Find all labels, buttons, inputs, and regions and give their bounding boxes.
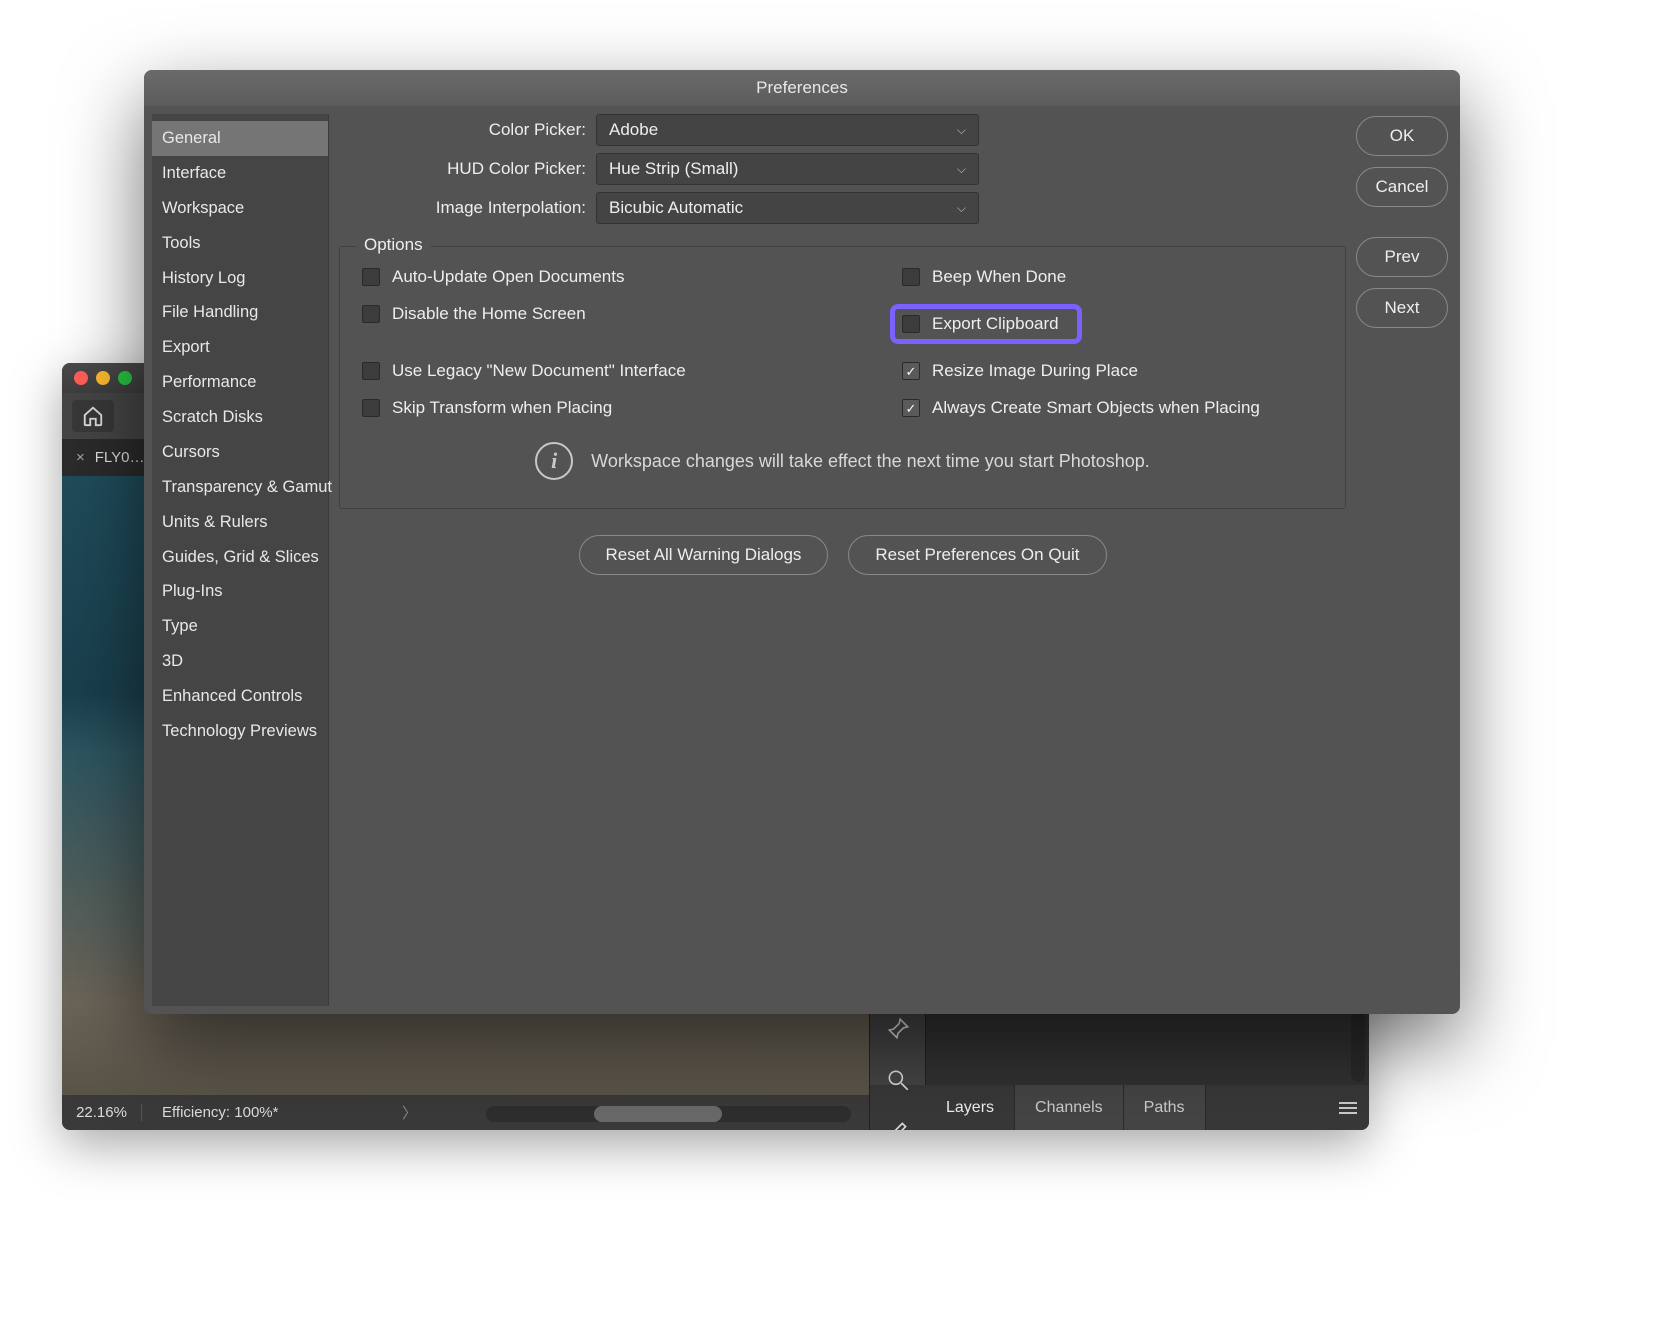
checkbox-auto-update-open-documents[interactable]: Auto-Update Open Documents xyxy=(362,267,902,287)
sidebar-item-cursors[interactable]: Cursors xyxy=(152,435,328,470)
panel-tab-layers[interactable]: Layers xyxy=(926,1085,1015,1130)
sidebar-item-enhanced-controls[interactable]: Enhanced Controls xyxy=(152,679,328,714)
magnifier-icon[interactable] xyxy=(885,1067,911,1098)
panel-tabs: Layers Channels Paths xyxy=(926,1085,1369,1130)
options-group: Options Auto-Update Open DocumentsBeep W… xyxy=(339,246,1346,509)
status-bar: 22.16% Efficiency: 100%* 〉 xyxy=(62,1095,869,1130)
hud-color-picker-label: HUD Color Picker: xyxy=(339,159,586,179)
checkbox-skip-transform-when-placing[interactable]: Skip Transform when Placing xyxy=(362,398,902,418)
checkbox-icon xyxy=(902,315,920,333)
checkbox-label: Export Clipboard xyxy=(932,314,1059,334)
chevron-down-icon: ⌵ xyxy=(957,201,966,216)
sidebar-item-guides-grid-slices[interactable]: Guides, Grid & Slices xyxy=(152,540,328,575)
prev-button[interactable]: Prev xyxy=(1356,237,1448,277)
status-chevron-icon[interactable]: 〉 xyxy=(402,1102,417,1123)
pin-icon[interactable] xyxy=(885,1016,911,1047)
close-window-icon[interactable] xyxy=(74,371,88,385)
image-interpolation-label: Image Interpolation: xyxy=(339,198,586,218)
preferences-content: Color Picker: Adobe ⌵ HUD Color Picker: … xyxy=(329,106,1356,1014)
sidebar-item-workspace[interactable]: Workspace xyxy=(152,191,328,226)
efficiency-readout: Efficiency: 100%* xyxy=(142,1104,397,1121)
workspace-info-text: Workspace changes will take effect the n… xyxy=(591,451,1150,472)
document-tab-label: FLY0… xyxy=(95,449,145,466)
home-button[interactable] xyxy=(72,400,114,432)
cancel-button[interactable]: Cancel xyxy=(1356,167,1448,207)
horizontal-scrollbar[interactable] xyxy=(486,1106,851,1122)
image-interpolation-select[interactable]: Bicubic Automatic ⌵ xyxy=(596,192,979,224)
sidebar-item-performance[interactable]: Performance xyxy=(152,365,328,400)
sidebar-item-file-handling[interactable]: File Handling xyxy=(152,295,328,330)
sidebar-item-technology-previews[interactable]: Technology Previews xyxy=(152,714,328,749)
checkbox-label: Skip Transform when Placing xyxy=(392,398,612,418)
dialog-title: Preferences xyxy=(144,70,1460,106)
checkbox-disable-the-home-screen[interactable]: Disable the Home Screen xyxy=(362,304,902,324)
ok-button[interactable]: OK xyxy=(1356,116,1448,156)
minimize-window-icon[interactable] xyxy=(96,371,110,385)
chevron-down-icon: ⌵ xyxy=(957,123,966,138)
panel-tab-paths[interactable]: Paths xyxy=(1124,1085,1206,1130)
checkbox-label: Beep When Done xyxy=(932,267,1066,287)
pen-icon[interactable] xyxy=(885,1118,911,1130)
reset-warnings-button[interactable]: Reset All Warning Dialogs xyxy=(579,535,829,575)
checkbox-export-clipboard[interactable]: Export Clipboard xyxy=(890,304,1082,344)
sidebar-item-scratch-disks[interactable]: Scratch Disks xyxy=(152,400,328,435)
chevron-down-icon: ⌵ xyxy=(957,162,966,177)
sidebar-item-export[interactable]: Export xyxy=(152,330,328,365)
sidebar-item-interface[interactable]: Interface xyxy=(152,156,328,191)
next-button[interactable]: Next xyxy=(1356,288,1448,328)
sidebar-item-units-rulers[interactable]: Units & Rulers xyxy=(152,505,328,540)
checkbox-label: Always Create Smart Objects when Placing xyxy=(932,398,1260,418)
checkbox-icon xyxy=(902,362,920,380)
checkbox-use-legacy-new-document-interface[interactable]: Use Legacy "New Document" Interface xyxy=(362,361,902,381)
sidebar-item-transparency-gamut[interactable]: Transparency & Gamut xyxy=(152,470,328,505)
sidebar-item-3d[interactable]: 3D xyxy=(152,644,328,679)
checkbox-label: Auto-Update Open Documents xyxy=(392,267,624,287)
zoom-level[interactable]: 22.16% xyxy=(62,1104,142,1121)
hud-color-picker-select[interactable]: Hue Strip (Small) ⌵ xyxy=(596,153,979,185)
checkbox-icon xyxy=(362,362,380,380)
preferences-dialog: Preferences GeneralInterfaceWorkspaceToo… xyxy=(144,70,1460,1014)
checkbox-icon xyxy=(362,305,380,323)
color-picker-select[interactable]: Adobe ⌵ xyxy=(596,114,979,146)
sidebar-item-general[interactable]: General xyxy=(152,121,328,156)
panel-tab-channels[interactable]: Channels xyxy=(1015,1085,1124,1130)
checkbox-icon xyxy=(362,268,380,286)
checkbox-always-create-smart-objects-when-placing[interactable]: Always Create Smart Objects when Placing xyxy=(902,398,1323,418)
preferences-sidebar: GeneralInterfaceWorkspaceToolsHistory Lo… xyxy=(152,114,329,1006)
sidebar-item-tools[interactable]: Tools xyxy=(152,226,328,261)
color-picker-label: Color Picker: xyxy=(339,120,586,140)
options-legend: Options xyxy=(356,235,431,255)
checkbox-resize-image-during-place[interactable]: Resize Image During Place xyxy=(902,361,1323,381)
sidebar-item-history-log[interactable]: History Log xyxy=(152,261,328,296)
checkbox-beep-when-done[interactable]: Beep When Done xyxy=(902,267,1323,287)
checkbox-icon xyxy=(902,268,920,286)
checkbox-label: Resize Image During Place xyxy=(932,361,1138,381)
sidebar-item-plug-ins[interactable]: Plug-Ins xyxy=(152,574,328,609)
sidebar-item-type[interactable]: Type xyxy=(152,609,328,644)
zoom-window-icon[interactable] xyxy=(118,371,132,385)
panel-menu-icon[interactable] xyxy=(1339,1102,1357,1116)
close-tab-icon[interactable]: × xyxy=(76,449,85,466)
reset-on-quit-button[interactable]: Reset Preferences On Quit xyxy=(848,535,1106,575)
checkbox-label: Disable the Home Screen xyxy=(392,304,586,324)
checkbox-label: Use Legacy "New Document" Interface xyxy=(392,361,686,381)
dialog-buttons: OK Cancel Prev Next xyxy=(1356,106,1460,1014)
info-icon: i xyxy=(535,442,573,480)
checkbox-icon xyxy=(362,399,380,417)
checkbox-icon xyxy=(902,399,920,417)
